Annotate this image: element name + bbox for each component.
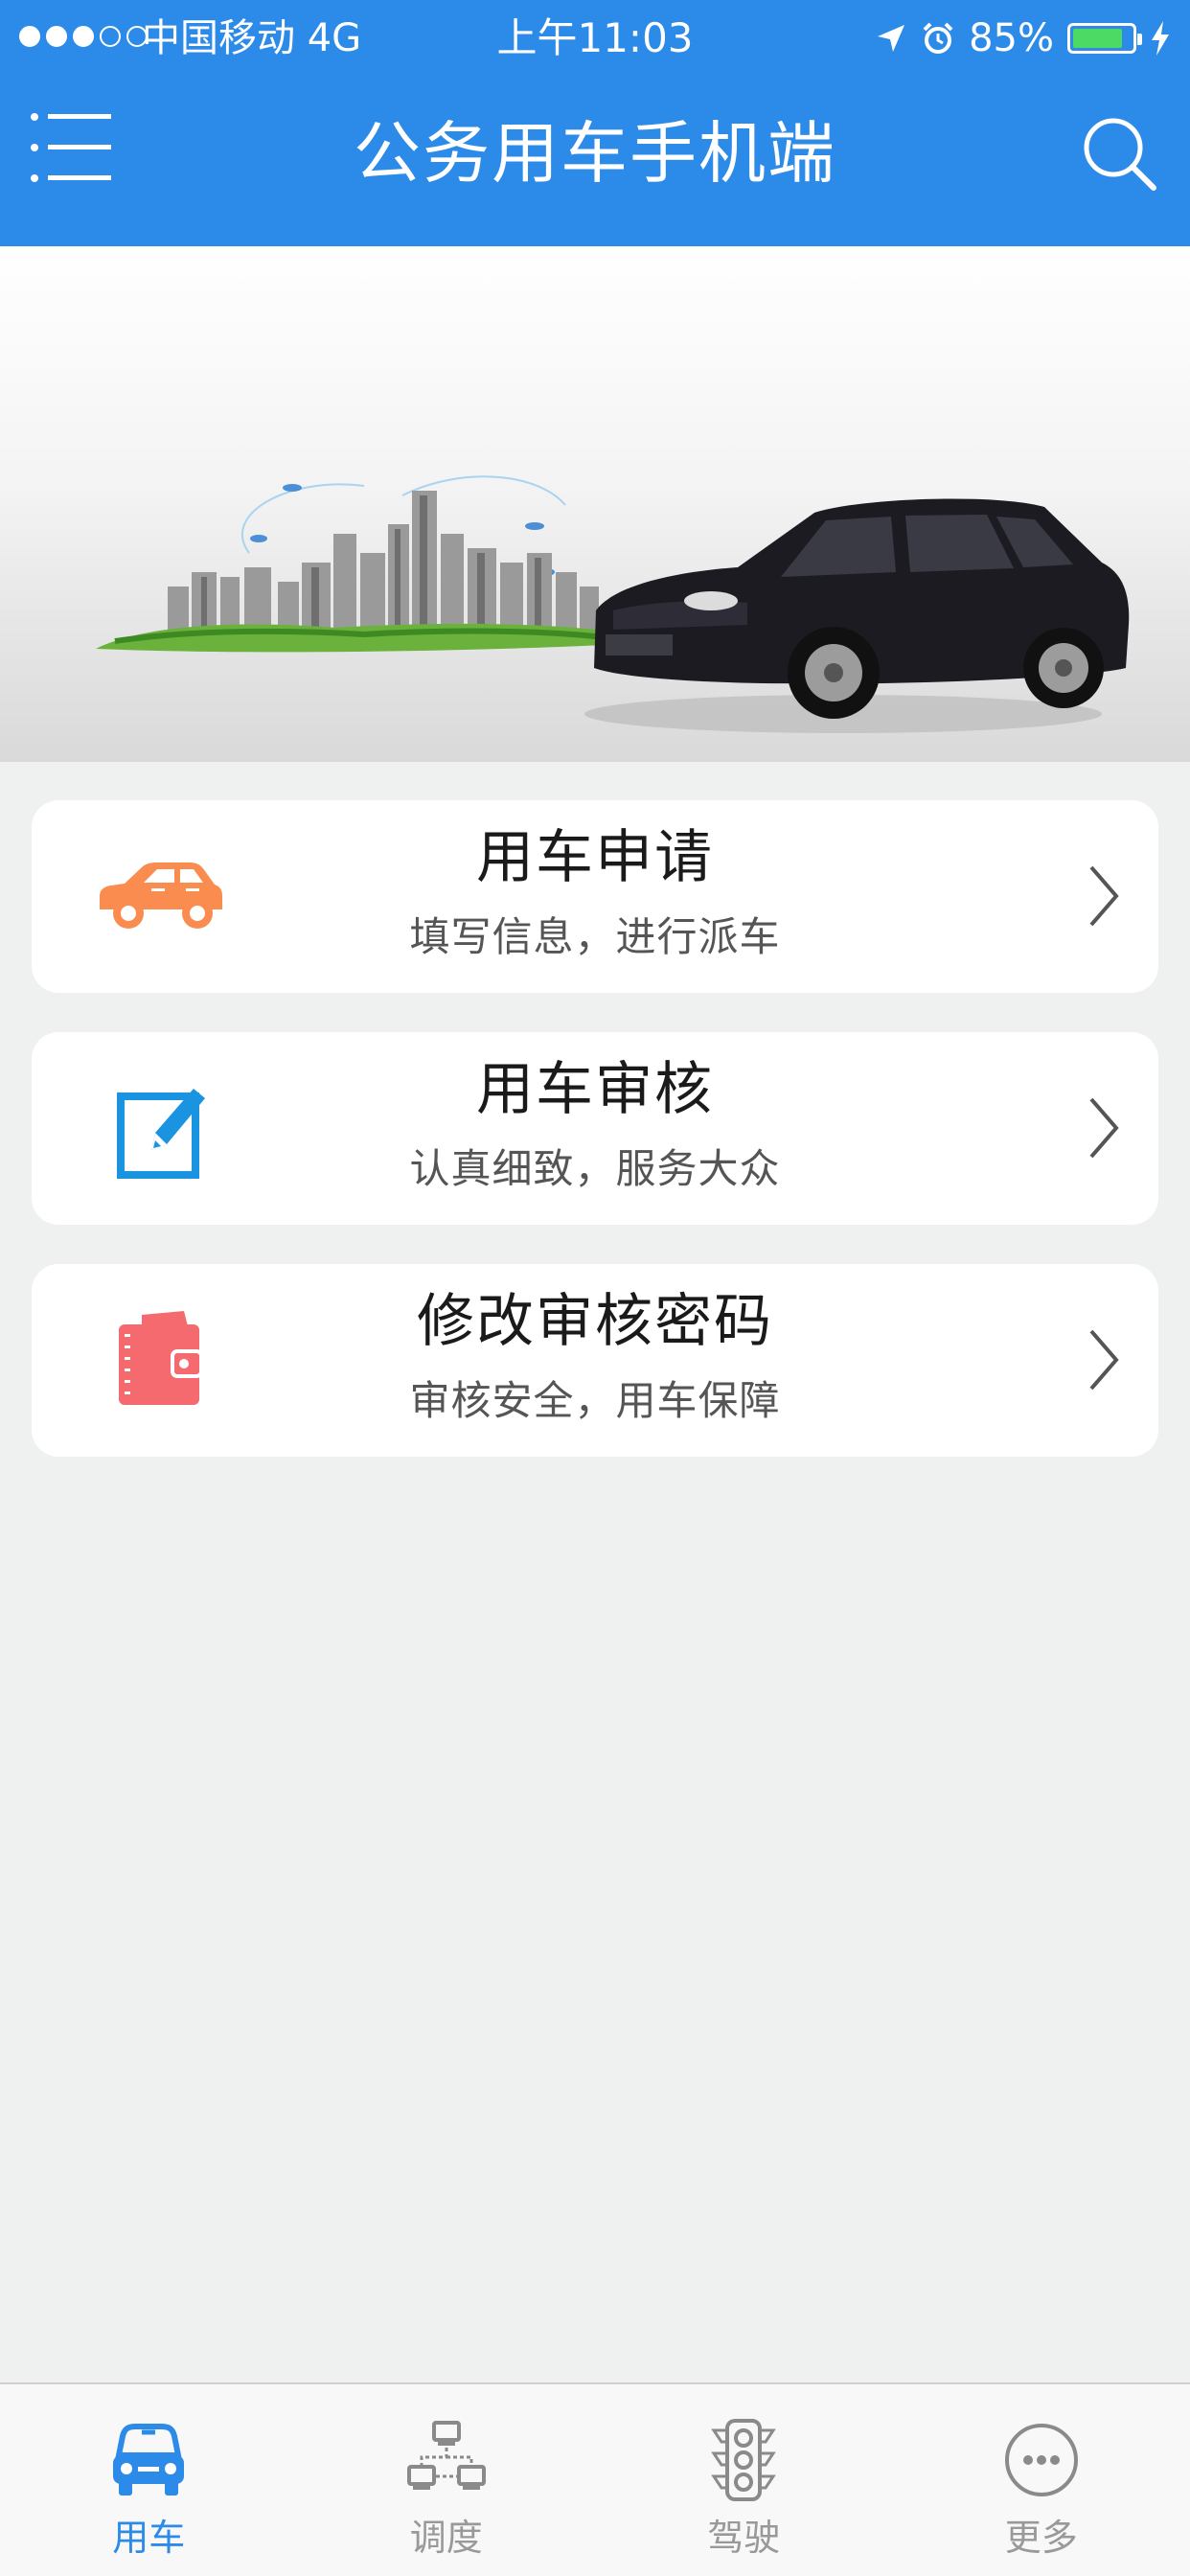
tab-bar: 用车 调度 驾驶 更多	[0, 2382, 1190, 2576]
tab-label: 调度	[409, 2517, 483, 2559]
card-subtitle: 审核安全，用车保障	[409, 1377, 781, 1424]
traffic-light-icon	[711, 2419, 777, 2501]
card-change-review-password[interactable]: 修改审核密码 审核安全，用车保障	[32, 1264, 1158, 1457]
search-icon[interactable]	[1079, 113, 1159, 194]
banner	[0, 246, 1190, 762]
card-title: 用车审核	[476, 1056, 714, 1123]
charging-icon	[1152, 21, 1169, 56]
tab-more[interactable]: 更多	[893, 2384, 1190, 2576]
battery-percent: 85%	[969, 16, 1054, 60]
status-bar: 中国移动 4G 上午11:03 85%	[0, 0, 1190, 77]
card-subtitle: 认真细致，服务大众	[409, 1145, 781, 1192]
chevron-right-icon	[1089, 865, 1119, 927]
card-title: 用车申请	[476, 824, 714, 891]
tab-label: 用车	[112, 2517, 186, 2559]
status-right: 85%	[875, 13, 1171, 63]
page-title: 公务用车手机端	[354, 114, 836, 193]
car-front-icon	[113, 2424, 185, 2496]
alarm-icon	[923, 22, 953, 54]
tab-label: 驾驶	[707, 2517, 781, 2559]
header: 中国移动 4G 上午11:03 85% 公务用车手机端	[0, 0, 1190, 246]
card-vehicle-application[interactable]: 用车申请 填写信息，进行派车	[32, 800, 1158, 993]
battery-level	[1073, 29, 1122, 48]
menu-cards: 用车申请 填写信息，进行派车 用车审核 认真细致，服务大众 修改审核密码 审核安…	[32, 800, 1158, 1496]
card-vehicle-review[interactable]: 用车审核 认真细致，服务大众	[32, 1032, 1158, 1225]
network-icon	[406, 2421, 486, 2490]
card-subtitle: 填写信息，进行派车	[409, 913, 781, 960]
tab-vehicle[interactable]: 用车	[0, 2384, 298, 2576]
battery-icon	[1067, 23, 1142, 54]
chevron-right-icon	[1089, 1329, 1119, 1391]
tab-label: 更多	[1004, 2517, 1078, 2559]
more-icon	[1004, 2424, 1078, 2496]
tab-dispatch[interactable]: 调度	[298, 2384, 596, 2576]
banner-image	[96, 475, 1130, 733]
tab-drive[interactable]: 驾驶	[595, 2384, 893, 2576]
location-arrow-icon	[878, 25, 905, 52]
nav-bar: 公务用车手机端	[0, 77, 1190, 246]
chevron-right-icon	[1089, 1097, 1119, 1159]
card-title: 修改审核密码	[417, 1288, 773, 1355]
